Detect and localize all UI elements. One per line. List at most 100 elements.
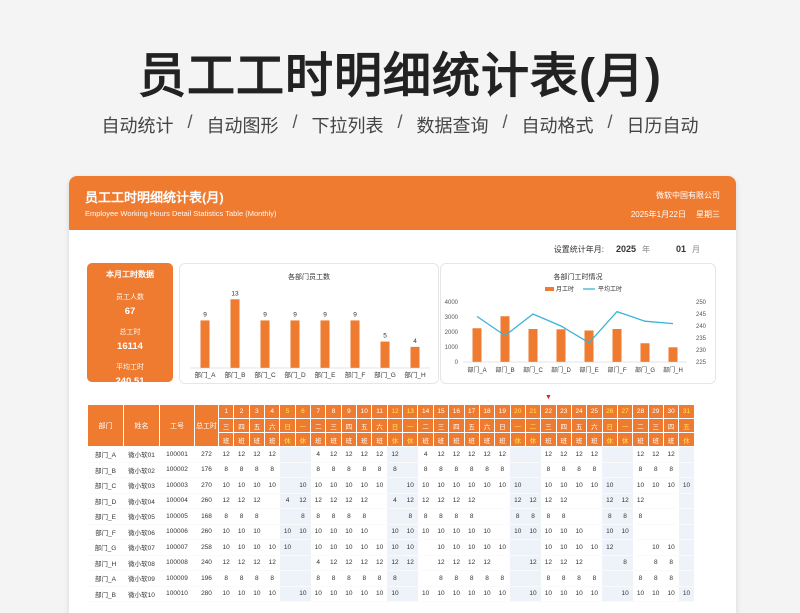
table-row[interactable]: 部门_G 微小软07 100007 258 10 10 10 10 10 10 10 10 10 10 10… xyxy=(87,539,695,556)
weekday-header: 日 xyxy=(386,418,404,433)
hours-cell: 8 xyxy=(571,570,587,587)
hours-cell xyxy=(586,524,603,540)
day-header: 25 xyxy=(586,404,603,419)
table-row[interactable]: 部门_H 微小软08 100008 240 12 12 12 12 4 12 12 12 12 12 12 1… xyxy=(87,555,695,571)
id-cell: 100006 xyxy=(159,524,195,540)
hours-cell: 8 xyxy=(218,462,234,478)
hours-cell: 10 xyxy=(464,524,480,540)
hours-cell: 8 xyxy=(510,508,526,525)
hours-cell: 10 xyxy=(387,586,403,602)
weekday-header: 三 xyxy=(540,418,557,433)
sheet-subtitle: Employee Working Hours Detail Statistics… xyxy=(85,209,277,218)
hours-cell xyxy=(525,462,541,478)
table-row[interactable]: 部门_B 微小软02 100002 176 8 8 8 8 8 8 8 8 8 8 8 8 8 8 8 8 8 8 8 8 8 8… xyxy=(87,462,695,478)
legend-label: 平均工时 xyxy=(598,285,622,293)
hours-cell: 8 xyxy=(356,508,372,525)
hours-cell: 10 xyxy=(310,524,326,540)
hours-cell: 10 xyxy=(571,586,587,602)
hours-cell xyxy=(586,493,603,509)
dept-cell: 部门_A xyxy=(87,570,124,587)
table-row[interactable]: 部门_B 微小软10 100010 280 10 10 10 10 10 10 10 10 10 10 10… xyxy=(87,586,695,602)
table-row[interactable]: 部门_C 微小软03 100003 270 10 10 10 10 10 10 10 10 10 10 10… xyxy=(87,477,695,494)
dept-headcount-chart: 各部门员工数 9 部门_A 13 部门_B 9 部门_C 9 部门_D 9 部门_E 9 部门_F 5 部… xyxy=(179,263,439,384)
hours-cell: 10 xyxy=(295,586,311,602)
day-header: 19 xyxy=(494,404,511,419)
shift-header: 班 xyxy=(432,432,450,447)
dept-cell: 部门_H xyxy=(87,555,124,571)
hours-cell xyxy=(510,539,526,556)
hours-cell xyxy=(663,524,679,540)
col-header-total: 总工时 xyxy=(194,404,219,447)
date-text: 2025年1月22日 xyxy=(630,210,686,219)
hours-cell: 12 xyxy=(540,493,557,509)
weekday-header: 三 xyxy=(217,418,235,433)
bar xyxy=(410,346,420,368)
hours-cell: 8 xyxy=(433,570,449,587)
col-header-dept: 部门 xyxy=(87,404,124,447)
hours-cell: 10 xyxy=(556,477,572,494)
hours-cell: 10 xyxy=(556,586,572,602)
hours-cell: 10 xyxy=(586,586,603,602)
hours-cell: 10 xyxy=(402,524,418,540)
dept-cell: 部门_B xyxy=(87,586,124,602)
y-tick-right: 235 xyxy=(696,336,707,342)
table-row[interactable]: 部门_E 微小软05 100005 168 8 8 8 8 8 8 8 8 8 8 8 8 8 8 8 8 8 8 8 8 xyxy=(87,508,695,525)
hours-cell: 8 xyxy=(617,555,633,571)
hours-cell: 8 xyxy=(233,570,250,587)
hours-cell: 8 xyxy=(556,462,572,478)
hours-cell: 10 xyxy=(678,477,695,494)
hours-cell: 10 xyxy=(586,477,603,494)
tick-label: 部门_B xyxy=(225,370,246,379)
table-row[interactable]: 部门_D 微小软04 100004 260 12 12 12 4 12 12 12 12 12 4 12 12… xyxy=(87,493,695,509)
hours-cell: 12 xyxy=(464,446,480,463)
feature-separator: / xyxy=(292,112,298,132)
total-cell: 176 xyxy=(194,462,219,478)
hours-cell xyxy=(402,586,418,602)
day-header: 26 xyxy=(601,404,618,419)
weekday-header: 一 xyxy=(402,418,419,433)
hours-cell: 10 xyxy=(617,524,633,540)
table-row[interactable]: 部门_A 微小软09 100009 196 8 8 8 8 8 8 8 8 8 8 8 8 8 8 8 8 8 8 8 8 8 8 xyxy=(87,570,695,587)
year-select[interactable]: 2025 xyxy=(616,244,636,254)
hours-cell: 12 xyxy=(571,555,587,571)
hours-cell: 12 xyxy=(356,493,372,509)
table-row[interactable]: 部门_F 微小软06 100006 260 10 10 10 10 10 10 10 10 10 10 10… xyxy=(87,524,695,540)
hours-cell: 10 xyxy=(218,539,234,556)
hours-cell xyxy=(402,462,418,478)
hours-cell xyxy=(295,539,311,556)
shift-header: 休 xyxy=(601,432,618,447)
hours-cell xyxy=(479,493,495,509)
avg-hours-value: 240.51 xyxy=(115,376,145,387)
y-tick-right: 240 xyxy=(696,324,707,330)
tick-label: 部门_H xyxy=(404,370,426,379)
hours-cell: 12 xyxy=(540,446,557,463)
day-header: 30 xyxy=(662,404,680,419)
weekday-header: 四 xyxy=(662,418,680,433)
hours-cell: 10 xyxy=(448,539,464,556)
hours-cell xyxy=(632,524,649,540)
weekday-header: 二 xyxy=(310,418,327,433)
hours-cell: 10 xyxy=(356,477,372,494)
hours-cell: 10 xyxy=(341,586,357,602)
hours-cell: 10 xyxy=(295,477,311,494)
tick-label: 部门_C xyxy=(254,370,276,379)
dept-cell: 部门_F xyxy=(87,524,124,540)
hours-cell: 8 xyxy=(249,570,265,587)
weekday-header: 五 xyxy=(678,418,695,433)
hours-cell: 12 xyxy=(510,493,526,509)
hours-cell: 10 xyxy=(417,524,434,540)
hours-cell: 8 xyxy=(325,462,342,478)
hours-cell: 8 xyxy=(540,462,557,478)
month-select[interactable]: 01 xyxy=(676,244,686,254)
hours-cell: 8 xyxy=(387,462,403,478)
hours-cell: 12 xyxy=(602,539,618,556)
hours-cell: 10 xyxy=(525,586,541,602)
hours-cell: 8 xyxy=(448,508,464,525)
hours-cell: 8 xyxy=(464,508,480,525)
shift-header: 班 xyxy=(217,432,235,447)
table-row[interactable]: 部门_A 微小软01 100001 272 12 12 12 12 4 12 12 12 12 12 4 12… xyxy=(87,446,695,463)
hours-cell xyxy=(295,462,311,478)
hours-cell: 8 xyxy=(218,570,234,587)
hours-cell: 10 xyxy=(341,477,357,494)
total-cell: 240 xyxy=(194,555,219,571)
